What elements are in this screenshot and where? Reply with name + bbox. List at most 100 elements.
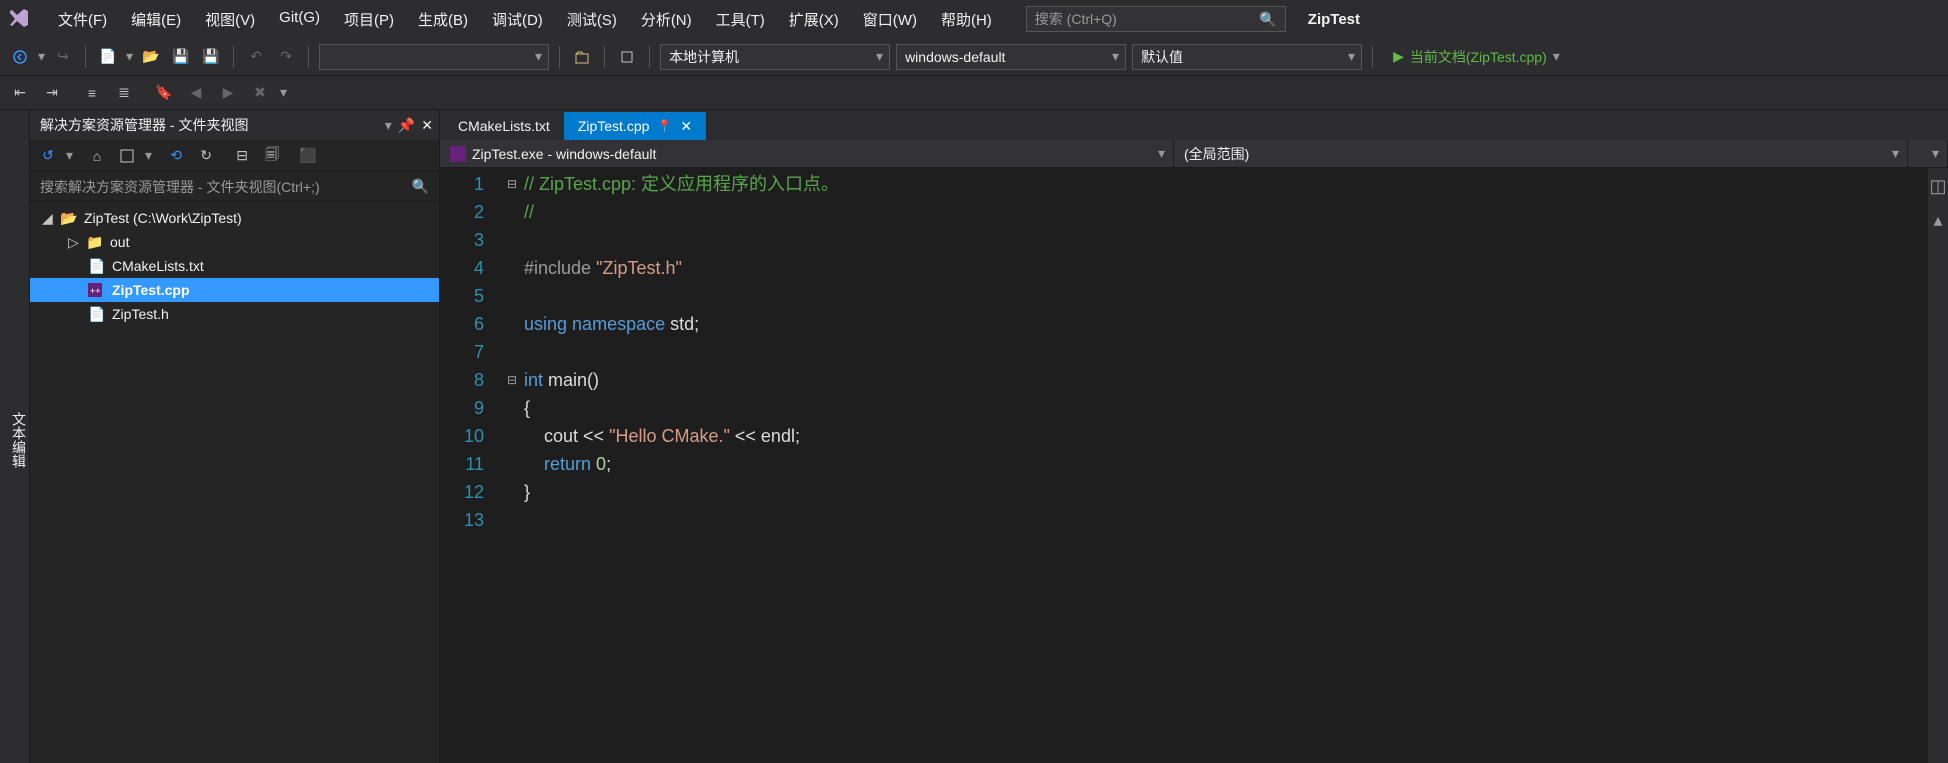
line-number: 1: [440, 170, 484, 198]
nav-back-button[interactable]: [8, 45, 32, 69]
new-file-button[interactable]: 📄: [96, 45, 120, 69]
pin-icon[interactable]: 📍: [657, 119, 672, 133]
next-bookmark-button[interactable]: ▶: [216, 81, 240, 105]
menu-item[interactable]: 分析(N): [629, 3, 704, 36]
fold-column[interactable]: ⊟⊟: [500, 168, 524, 763]
outdent-button[interactable]: ⇤: [8, 81, 32, 105]
config-combo-1[interactable]: ▾: [319, 44, 549, 70]
code-line[interactable]: cout << "Hello CMake." << endl;: [524, 422, 1928, 450]
split-icon[interactable]: ◫: [1929, 172, 1946, 200]
code-line[interactable]: //: [524, 198, 1928, 226]
uncomment-button[interactable]: ≣: [112, 81, 136, 105]
menu-item[interactable]: Git(G): [267, 3, 332, 36]
chevron-up-icon[interactable]: ▴: [1933, 206, 1942, 234]
code-line[interactable]: }: [524, 478, 1928, 506]
show-all-icon[interactable]: 🗐: [260, 144, 284, 168]
code-line[interactable]: return 0;: [524, 450, 1928, 478]
menu-item[interactable]: 视图(V): [193, 3, 267, 36]
nav-scope-combo[interactable]: ZipTest.exe - windows-default ▾: [440, 140, 1174, 167]
solution-search-input[interactable]: 搜索解决方案资源管理器 - 文件夹视图(Ctrl+;) 🔍: [30, 172, 439, 202]
target-combo[interactable]: 本地计算机▾: [660, 44, 890, 70]
file-icon: 📄: [88, 258, 106, 275]
dropdown-icon[interactable]: ▾: [145, 147, 152, 164]
menu-item[interactable]: 扩展(X): [777, 3, 851, 36]
indent-button[interactable]: ⇥: [40, 81, 64, 105]
close-icon[interactable]: ✕: [680, 118, 692, 135]
collapse-icon[interactable]: ⊟: [230, 144, 254, 168]
switch-view-icon[interactable]: [115, 144, 139, 168]
expand-icon: ▷: [68, 234, 80, 251]
nav-left-label: ZipTest.exe - windows-default: [472, 146, 656, 162]
config-combo-2[interactable]: windows-default▾: [896, 44, 1126, 70]
menu-item[interactable]: 测试(S): [555, 3, 629, 36]
code-line[interactable]: [524, 282, 1928, 310]
solution-view-icon[interactable]: [615, 45, 639, 69]
home-icon[interactable]: ⌂: [85, 144, 109, 168]
tree-root[interactable]: ◢ 📂 ZipTest (C:\Work\ZipTest): [30, 206, 439, 230]
code-line[interactable]: [524, 226, 1928, 254]
code-line[interactable]: // ZipTest.cpp: 定义应用程序的入口点。: [524, 170, 1928, 198]
save-button[interactable]: 💾: [169, 45, 193, 69]
bookmark-icon[interactable]: 🔖: [152, 81, 176, 105]
tab-ziptest-cpp[interactable]: ZipTest.cpp 📍 ✕: [564, 112, 706, 140]
tree-file-ziptest-h[interactable]: 📄 ZipTest.h: [30, 302, 439, 326]
fold-toggle-icon[interactable]: ⊟: [500, 170, 524, 198]
code-line[interactable]: #include "ZipTest.h": [524, 254, 1928, 282]
menu-item[interactable]: 生成(B): [406, 3, 480, 36]
redo-button[interactable]: ↷: [274, 45, 298, 69]
menu-item[interactable]: 项目(P): [332, 3, 406, 36]
run-button[interactable]: ▶ 当前文档(ZipTest.cpp) ▾: [1383, 44, 1570, 70]
run-label: 当前文档(ZipTest.cpp): [1410, 47, 1547, 67]
menu-items: 文件(F)编辑(E)视图(V)Git(G)项目(P)生成(B)调试(D)测试(S…: [46, 3, 1004, 36]
refresh-icon[interactable]: ↻: [194, 144, 218, 168]
code-line[interactable]: using namespace std;: [524, 310, 1928, 338]
dropdown-icon[interactable]: ▾: [66, 147, 73, 164]
vs-logo-icon: [8, 5, 36, 33]
tree-file-ziptest-cpp[interactable]: ++ ZipTest.cpp: [30, 278, 439, 302]
menu-item[interactable]: 窗口(W): [851, 3, 929, 36]
dropdown-icon[interactable]: ▾: [38, 48, 45, 65]
code-editor[interactable]: 12345678910111213 ⊟⊟ // ZipTest.cpp: 定义应…: [440, 168, 1948, 763]
open-file-icon[interactable]: [570, 45, 594, 69]
dropdown-icon[interactable]: ▾: [280, 84, 287, 101]
fold-toggle-icon[interactable]: ⊟: [500, 366, 524, 394]
dropdown-icon[interactable]: ▾: [385, 117, 392, 134]
line-number: 8: [440, 366, 484, 394]
left-tool-strip[interactable]: 文本编辑: [0, 110, 30, 763]
tree-file-cmakelists[interactable]: 📄 CMakeLists.txt: [30, 254, 439, 278]
menu-item[interactable]: 调试(D): [480, 3, 555, 36]
clear-bookmark-button[interactable]: ✖: [248, 81, 272, 105]
code-line[interactable]: [524, 506, 1928, 534]
nav-member-combo[interactable]: (全局范围) ▾: [1174, 140, 1908, 167]
pin-icon[interactable]: 📌: [398, 117, 415, 134]
editor-area: CMakeLists.txt ZipTest.cpp 📍 ✕ ZipTest.e…: [440, 110, 1948, 763]
menu-item[interactable]: 文件(F): [46, 3, 119, 36]
comment-button[interactable]: ≡: [80, 81, 104, 105]
toggle-icon[interactable]: ⬛: [296, 144, 320, 168]
undo-button[interactable]: ↶: [244, 45, 268, 69]
code-content[interactable]: // ZipTest.cpp: 定义应用程序的入口点。// #include "Z…: [524, 168, 1928, 763]
folder-icon: 📂: [60, 210, 78, 227]
save-all-button[interactable]: 💾: [199, 45, 223, 69]
tree-folder-out[interactable]: ▷ 📁 out: [30, 230, 439, 254]
code-line[interactable]: [524, 338, 1928, 366]
menu-item[interactable]: 帮助(H): [929, 3, 1004, 36]
prev-bookmark-button[interactable]: ◀: [184, 81, 208, 105]
menu-item[interactable]: 工具(T): [704, 3, 777, 36]
editor-scroll-strip[interactable]: ◫ ▴: [1928, 168, 1948, 763]
main-area: 文本编辑 解决方案资源管理器 - 文件夹视图 ▾ 📌 ✕ ↺ ▾ ⌂ ▾ ⟲ ↻…: [0, 110, 1948, 763]
nav-right-combo[interactable]: ▾: [1908, 140, 1948, 167]
back-icon[interactable]: ↺: [36, 144, 60, 168]
code-line[interactable]: {: [524, 394, 1928, 422]
open-folder-button[interactable]: 📂: [139, 45, 163, 69]
quick-search-input[interactable]: 搜索 (Ctrl+Q) 🔍: [1026, 6, 1286, 32]
code-line[interactable]: int main(): [524, 366, 1928, 394]
dropdown-icon[interactable]: ▾: [126, 48, 133, 65]
tree-root-label: ZipTest (C:\Work\ZipTest): [84, 210, 242, 226]
sync-icon[interactable]: ⟲: [164, 144, 188, 168]
tab-cmakelists[interactable]: CMakeLists.txt: [444, 112, 564, 140]
nav-fwd-button[interactable]: ↪: [51, 45, 75, 69]
build-combo[interactable]: 默认值▾: [1132, 44, 1362, 70]
menu-item[interactable]: 编辑(E): [119, 3, 193, 36]
close-icon[interactable]: ✕: [421, 117, 433, 134]
